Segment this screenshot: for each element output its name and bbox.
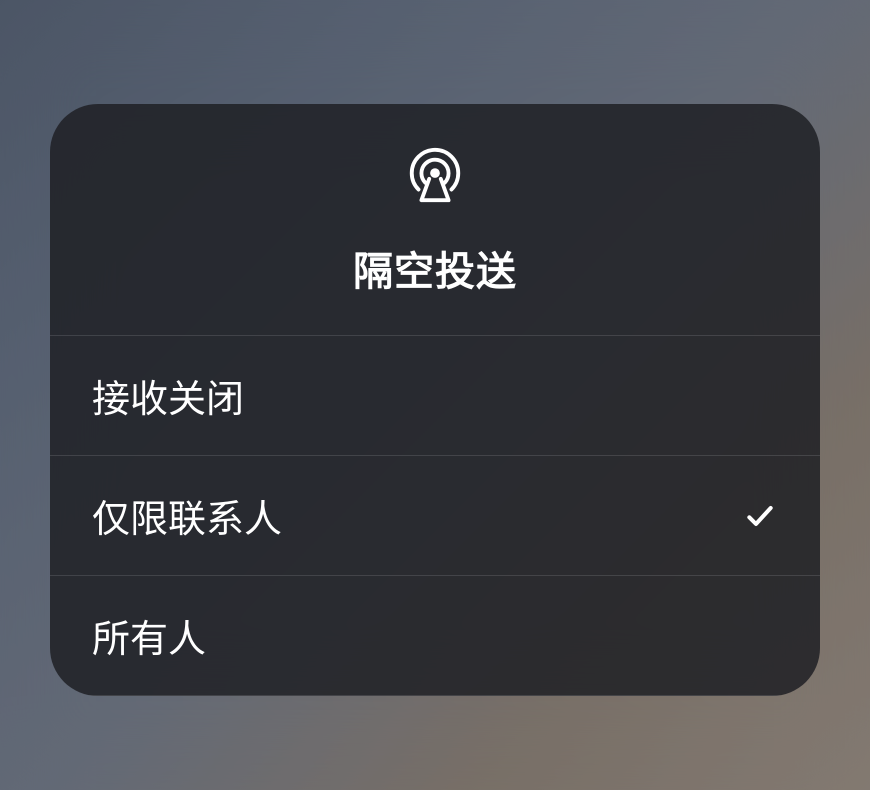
airdrop-icon — [404, 144, 466, 211]
option-receiving-off[interactable]: 接收关闭 — [50, 336, 820, 456]
panel-header: 隔空投送 — [50, 104, 820, 336]
option-label: 接收关闭 — [92, 368, 244, 423]
option-everyone[interactable]: 所有人 — [50, 576, 820, 696]
option-label: 所有人 — [92, 608, 206, 663]
option-contacts-only[interactable]: 仅限联系人 — [50, 456, 820, 576]
panel-title: 隔空投送 — [353, 239, 517, 297]
airdrop-panel: 隔空投送 接收关闭 仅限联系人 所有人 — [50, 104, 820, 696]
checkmark-icon — [742, 498, 778, 534]
option-label: 仅限联系人 — [92, 488, 282, 543]
